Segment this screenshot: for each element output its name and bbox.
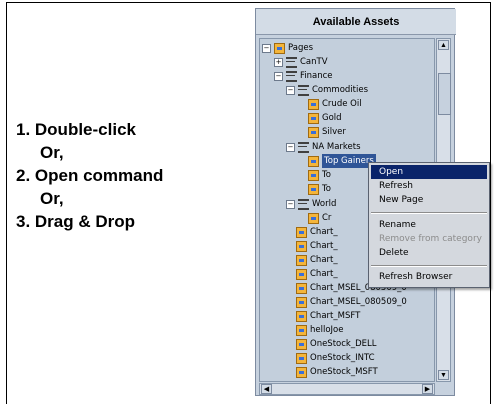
instructions: 1. Double-click Or, 2. Open command Or, … [16,118,163,233]
tree-node-chart[interactable]: Chart_ [296,267,338,281]
page-icon [296,296,307,308]
category-icon [286,70,297,82]
scroll-right-icon[interactable]: ▶ [422,384,433,394]
tree-label: CanTV [300,57,328,67]
scroll-down-icon[interactable]: ▼ [438,370,449,380]
tree-label: helloJoe [310,325,344,335]
collapse-icon[interactable]: − [262,43,271,53]
page-icon [296,324,307,336]
tree-node-to[interactable]: To [308,168,331,182]
tree-node-gold[interactable]: Gold [308,111,342,125]
tree-node-onestock-dell[interactable]: OneStock_DELL [296,337,376,351]
tree-label: Gold [322,113,342,123]
category-icon [298,141,309,153]
tree-node-chart[interactable]: Chart_ [296,253,338,267]
page-icon [308,126,319,138]
instruction-or: Or, [40,143,64,162]
page-icon [308,183,319,195]
instruction-or: Or, [40,189,64,208]
tree-node-cr[interactable]: Cr [308,211,331,225]
tree-node-hellojoe[interactable]: helloJoe [296,323,343,337]
tree-node-onestock-msft[interactable]: OneStock_MSFT [296,365,378,379]
page-icon [296,226,307,238]
tree-label: OneStock_DELL [310,339,377,349]
menu-separator [371,212,487,214]
tree-node-top-gainers[interactable]: Top Gainers [308,154,376,168]
tree-label: Cr [322,213,332,223]
tree-node-chart-msel[interactable]: Chart_MSEL_080509_0 [296,295,407,309]
page-icon [308,98,319,110]
page-icon [308,169,319,181]
page-icon [296,352,307,364]
tree-label: Finance [300,71,333,81]
collapse-icon[interactable]: − [274,71,283,81]
scroll-left-icon[interactable]: ◀ [261,384,272,394]
tree-label: Pages [288,43,314,53]
tree-node-chart[interactable]: Chart_ [296,239,338,253]
tree-node-chart-msft[interactable]: Chart_MSFT [296,309,360,323]
page-icon [296,310,307,322]
tree-node-silver[interactable]: Silver [308,125,346,139]
instruction-double-click: 1. Double-click [16,120,136,139]
page-icon [296,254,307,266]
page-icon [274,42,285,54]
tree-label: Chart_ [310,269,338,279]
menu-separator [371,265,487,267]
page-icon [296,240,307,252]
menu-item-rename[interactable]: Rename [371,218,487,232]
page-icon [308,212,319,224]
tree-label: Chart_MSFT [310,311,361,321]
instruction-open-command: 2. Open command [16,166,164,185]
page-icon [308,112,319,124]
scroll-thumb[interactable] [438,73,451,115]
panel-title: Available Assets [256,9,456,35]
category-icon [286,56,297,68]
tree-label: Chart_ [310,255,338,265]
collapse-icon[interactable]: − [286,85,295,95]
tree-node-chart[interactable]: Chart_ [296,225,338,239]
category-icon [298,84,309,96]
scroll-up-icon[interactable]: ▲ [438,40,449,50]
page-icon [308,155,319,167]
tree-label: To [322,170,331,180]
instruction-drag-drop: 3. Drag & Drop [16,212,136,231]
collapse-icon[interactable]: − [286,142,295,152]
tree-node-commodities[interactable]: − Commodities [286,83,368,97]
tree-node-to[interactable]: To [308,182,331,196]
page-icon [296,268,307,280]
page-icon [296,282,307,294]
category-icon [298,198,309,210]
menu-item-refresh-browser[interactable]: Refresh Browser [371,270,487,284]
tree-label: Chart_ [310,241,338,251]
menu-item-remove-from-category[interactable]: Remove from category [371,232,487,246]
tree-node-cantv[interactable]: + CanTV [274,55,328,69]
tree-label: OneStock_MSFT [310,367,378,377]
tree-label: Commodities [312,85,369,95]
tree-node-pages[interactable]: − Pages [262,41,313,55]
tree-label: To [322,184,331,194]
tree-label: OneStock_INTC [310,353,375,363]
horizontal-scrollbar[interactable]: ◀ ▶ [259,383,435,395]
tree-label: Chart_ [310,227,338,237]
tree-label: Crude Oil [322,99,362,109]
tree-node-na-markets[interactable]: − NA Markets [286,140,361,154]
tree-label: NA Markets [312,142,361,152]
tree-label: Silver [322,127,346,137]
menu-item-new-page[interactable]: New Page [371,193,487,207]
tree-node-crude-oil[interactable]: Crude Oil [308,97,362,111]
context-menu: Open Refresh New Page Rename Remove from… [368,162,490,288]
page-icon [296,366,307,378]
menu-item-delete[interactable]: Delete [371,246,487,260]
tree-node-onestock-intc[interactable]: OneStock_INTC [296,351,375,365]
tree-label: Chart_MSEL_080509_0 [310,297,407,307]
expand-icon[interactable]: + [274,57,283,67]
page-icon [296,338,307,350]
tree-node-world[interactable]: − World [286,197,336,211]
menu-item-refresh[interactable]: Refresh [371,179,487,193]
menu-item-open[interactable]: Open [371,165,487,179]
collapse-icon[interactable]: − [286,199,295,209]
tree-label: World [312,199,337,209]
tree-node-finance[interactable]: − Finance [274,69,333,83]
